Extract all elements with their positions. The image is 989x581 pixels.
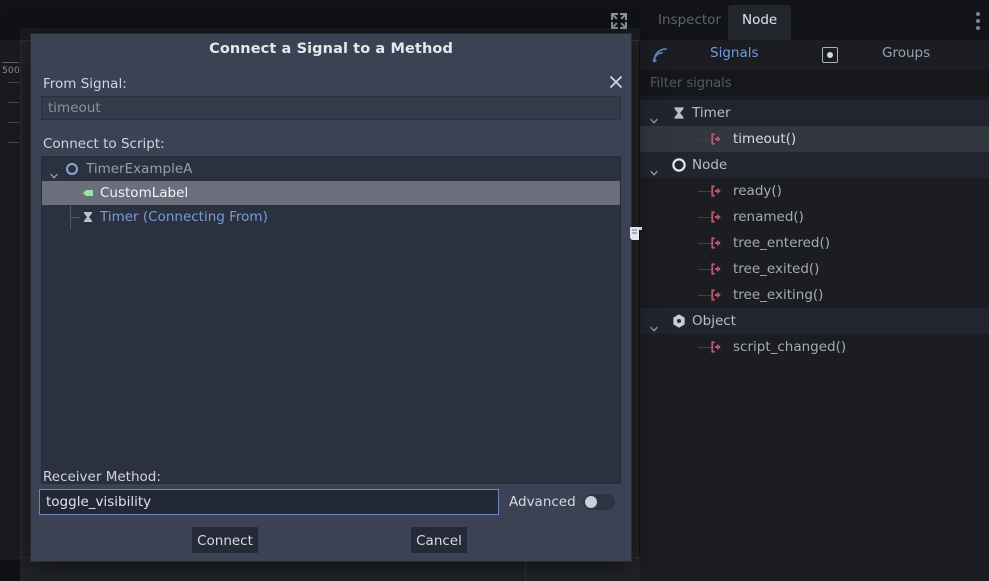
hourglass-icon <box>80 209 96 225</box>
signal-item-label: script_changed() <box>733 339 847 355</box>
signal-group-node[interactable]: Node <box>640 152 989 178</box>
close-icon[interactable] <box>606 72 626 92</box>
signal-broadcast-icon <box>650 45 670 65</box>
tree-node-label: CustomLabel <box>100 185 189 201</box>
signal-group-label: Object <box>692 313 736 329</box>
tree-node-timer[interactable]: Timer (Connecting From) <box>42 205 620 229</box>
vertical-ruler <box>0 40 21 560</box>
subtab-signals[interactable]: Signals <box>710 45 759 61</box>
chevron-down-icon[interactable] <box>650 161 658 176</box>
signal-item[interactable]: script_changed() <box>640 334 989 360</box>
signal-item[interactable]: tree_exiting() <box>640 282 989 308</box>
signal-item-label: renamed() <box>733 209 804 225</box>
connect-signal-dialog: Connect a Signal to a Method From Signal… <box>30 33 642 562</box>
signal-item[interactable]: ready() <box>640 178 989 204</box>
connect-to-script-label: Connect to Script: <box>43 136 165 152</box>
tree-node-root[interactable]: TimerExampleA <box>42 157 620 181</box>
cube-icon <box>670 312 688 330</box>
label-tag-icon <box>80 185 96 201</box>
from-signal-label: From Signal: <box>43 76 127 92</box>
signal-arrow-icon <box>708 234 726 252</box>
signals-groups-tabbar <box>640 40 989 68</box>
tree-node-label: TimerExampleA <box>86 161 193 177</box>
signal-item[interactable]: tree_exited() <box>640 256 989 282</box>
signal-item-label: tree_exited() <box>733 261 820 277</box>
node2d-circle-icon <box>64 161 80 177</box>
tree-node-label: Timer (Connecting From) <box>100 209 268 225</box>
tree-node-customlabel[interactable]: CustomLabel <box>42 181 620 205</box>
circle-icon <box>670 156 688 174</box>
tab-inspector[interactable]: Inspector <box>644 5 735 40</box>
script-icon[interactable] <box>627 224 645 244</box>
signal-arrow-icon <box>708 286 726 304</box>
signal-arrow-icon <box>708 130 726 148</box>
group-radio-icon <box>822 47 838 63</box>
chevron-down-icon[interactable] <box>50 165 58 179</box>
node-tree[interactable]: TimerExampleA CustomLabel Timer (Connect… <box>41 156 621 484</box>
receiver-method-input[interactable]: toggle_visibility <box>39 489 499 515</box>
signal-item[interactable]: tree_entered() <box>640 230 989 256</box>
signal-group-label: Timer <box>692 105 731 121</box>
signal-item-label: tree_entered() <box>733 235 831 251</box>
filter-signals-input[interactable] <box>650 75 980 92</box>
from-signal-field: timeout <box>41 96 621 120</box>
signal-item[interactable]: timeout() <box>640 126 989 152</box>
dialog-title: Connect a Signal to a Method <box>209 41 453 57</box>
advanced-label: Advanced <box>509 494 576 510</box>
signal-arrow-icon <box>708 208 726 226</box>
connect-button[interactable]: Connect <box>192 527 258 553</box>
subtab-groups[interactable]: Groups <box>882 45 930 61</box>
signal-arrow-icon <box>708 338 726 356</box>
signal-item-label: timeout() <box>733 131 797 147</box>
expand-icon[interactable] <box>608 10 630 32</box>
signals-tree[interactable]: Timer timeout() Node ready() renamed() tree_e… <box>640 100 989 581</box>
signal-item-label: ready() <box>733 183 782 199</box>
signal-item-label: tree_exiting() <box>733 287 824 303</box>
signal-group-object[interactable]: Object <box>640 308 989 334</box>
signal-arrow-icon <box>708 182 726 200</box>
vertical-dots-icon[interactable] <box>971 9 985 31</box>
signal-item[interactable]: renamed() <box>640 204 989 230</box>
hourglass-icon <box>670 104 688 122</box>
cancel-button[interactable]: Cancel <box>411 527 467 553</box>
chevron-down-icon[interactable] <box>650 317 658 332</box>
ruler-tick-label: 500 <box>2 66 21 76</box>
signal-group-timer[interactable]: Timer <box>640 100 989 126</box>
tab-node[interactable]: Node <box>728 5 792 40</box>
signal-arrow-icon <box>708 260 726 278</box>
signal-group-label: Node <box>692 157 728 173</box>
receiver-method-label: Receiver Method: <box>43 469 161 485</box>
chevron-down-icon[interactable] <box>650 109 658 124</box>
advanced-toggle[interactable] <box>583 494 615 510</box>
